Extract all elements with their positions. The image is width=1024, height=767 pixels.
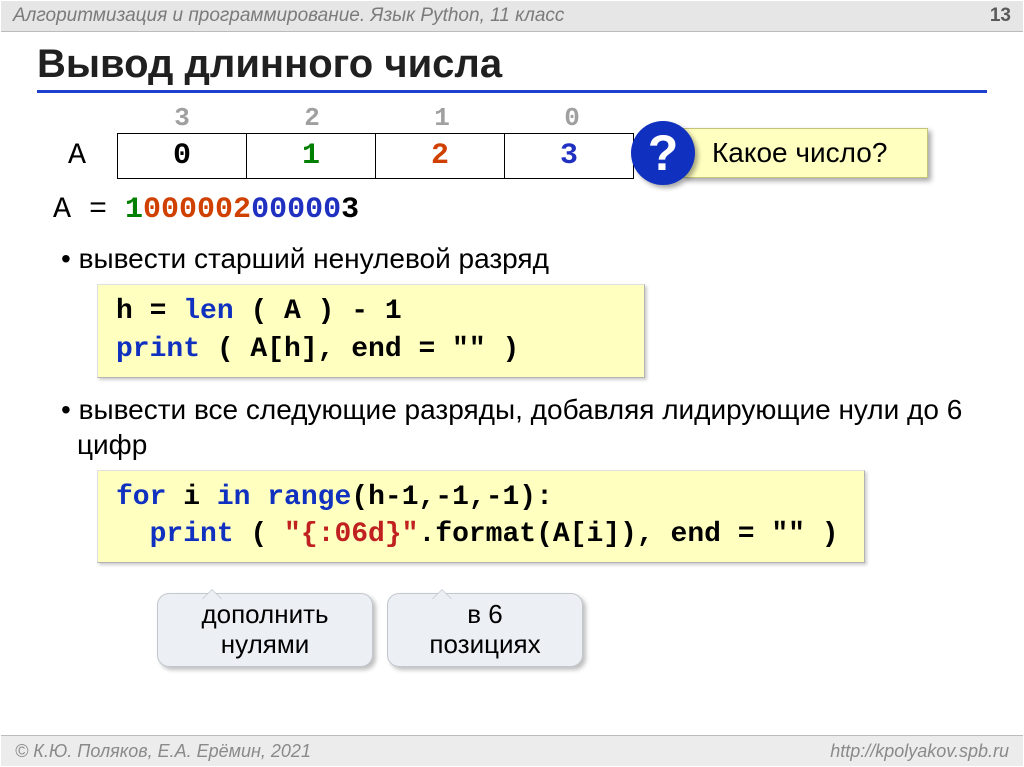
cell-3: 0 (118, 134, 247, 178)
question-mark-icon: ? (631, 121, 695, 185)
c2l1-mid: i (166, 482, 216, 513)
c2l1-rng: range (250, 482, 351, 513)
bubble-6-positions: в 6позициях (387, 593, 583, 667)
index-0: 0 (507, 103, 637, 133)
c1l1-pre: h = (116, 296, 183, 327)
cell-0: 3 (505, 134, 633, 178)
c1l1-kw: len (183, 296, 233, 327)
slide-title: Вывод длинного числа (37, 42, 987, 93)
array-cells: 0 1 2 3 (117, 133, 634, 179)
c2l1-args: (h-1,-1,-1): (351, 482, 553, 513)
code-box-2: for i in range(h-1,-1,-1): print ( "{:06… (97, 470, 865, 564)
c1l2-post: ( A[h], end = "" ) (200, 334, 519, 365)
c2l2-open: ( (234, 519, 284, 550)
c2l2-str: "{:06d}" (284, 519, 418, 550)
bubble-pad-zeros: дополнитьнулями (157, 593, 373, 667)
c2l1-for: for (116, 482, 166, 513)
topbar: Алгоритмизация и программирование. Язык … (1, 1, 1023, 32)
bullet-2: вывести все следующие разряды, добавляя … (61, 392, 987, 462)
footer-left: © К.Ю. Поляков, Е.А. Ерёмин, 2021 (15, 741, 311, 762)
index-2: 2 (247, 103, 377, 133)
array-row: A 0 1 2 3 (37, 133, 987, 179)
code-box-1: h = len ( A ) - 1 print ( A[h], end = ""… (97, 284, 645, 378)
footer-right: http://kpolyakov.spb.ru (830, 741, 1009, 762)
cell-1: 2 (376, 134, 505, 178)
slide: Алгоритмизация и программирование. Язык … (0, 0, 1024, 767)
array-label: A (37, 139, 117, 173)
avalue-g1: 000002 (143, 193, 251, 227)
callouts: дополнитьнулями в 6позициях (37, 563, 987, 683)
index-3: 3 (117, 103, 247, 133)
c1l1-post: ( A ) - 1 (234, 296, 402, 327)
footer: © К.Ю. Поляков, Е.А. Ерёмин, 2021 http:/… (1, 735, 1023, 766)
array-value-line: A = 1000002000003 (53, 193, 987, 227)
avalue-g2: 00000 (251, 193, 341, 227)
c2l2-pre (116, 519, 150, 550)
index-1: 1 (377, 103, 507, 133)
bullet-1: вывести старший ненулевой разряд (61, 241, 987, 276)
c2l2-print: print (150, 519, 234, 550)
content-area: 3 2 1 0 A 0 1 2 3 A = 1000002000003 выве… (37, 103, 987, 683)
array-indices: 3 2 1 0 (117, 103, 637, 133)
avalue-g0: 1 (125, 193, 143, 227)
cell-2: 1 (247, 134, 376, 178)
subject-text: Алгоритмизация и программирование. Язык … (13, 1, 564, 31)
c1l2-kw: print (116, 334, 200, 365)
avalue-g3: 3 (341, 193, 359, 227)
c2l1-in: in (217, 482, 251, 513)
avalue-prefix: A = (53, 193, 125, 227)
c2l2-call: .format(A[i]), end = "" ) (418, 519, 838, 550)
page-number: 13 (990, 1, 1011, 31)
